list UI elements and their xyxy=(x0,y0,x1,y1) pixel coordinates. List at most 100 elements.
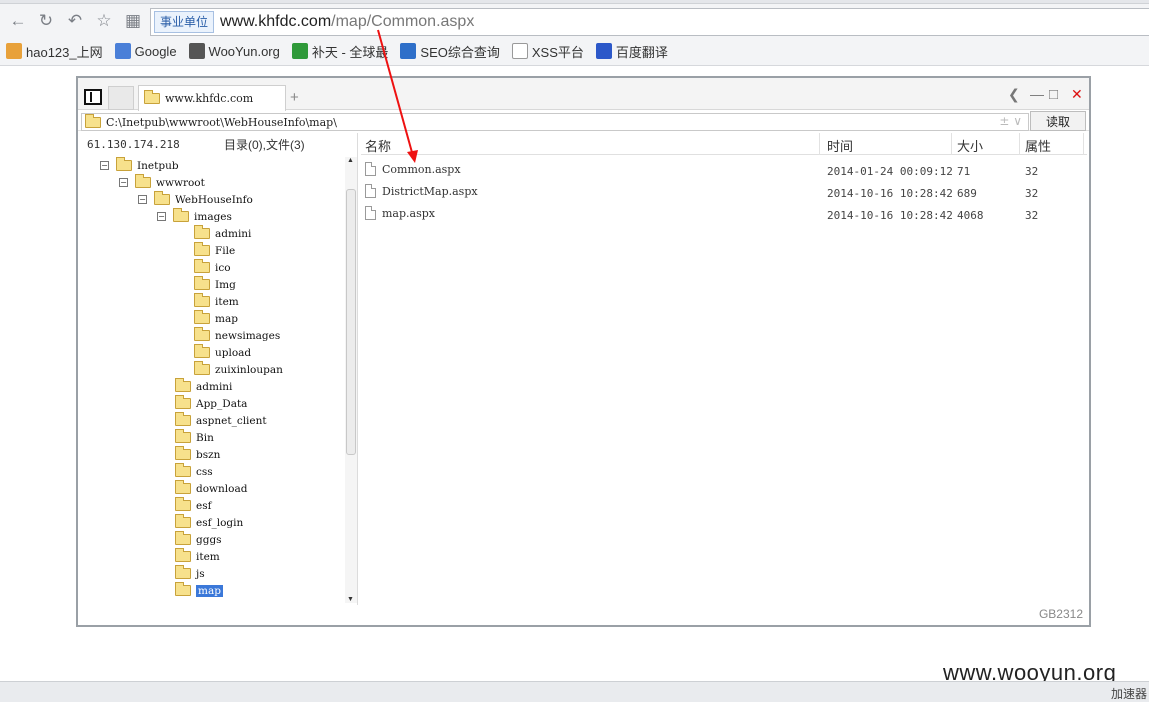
tree-node[interactable]: admini xyxy=(194,225,251,242)
folder-icon xyxy=(175,497,191,511)
file-attr: 32 xyxy=(1025,187,1039,200)
tree-node[interactable]: − images xyxy=(157,208,232,225)
bookmark-item[interactable]: 百度翻译 xyxy=(595,42,668,61)
tree-node[interactable]: App_Data xyxy=(175,395,247,412)
tree-node[interactable]: newsimages xyxy=(194,327,280,344)
file-time: 2014-10-16 10:28:42 xyxy=(827,187,953,200)
tree-node-label: images xyxy=(194,210,232,223)
file-name: DistrictMap.aspx xyxy=(382,184,478,198)
folder-icon xyxy=(175,395,191,409)
tree-node[interactable]: Img xyxy=(194,276,236,293)
collapse-toggle-icon[interactable]: − xyxy=(138,195,147,204)
dir-file-count: 目录(0),文件(3) xyxy=(224,137,305,152)
new-tab-plus-icon[interactable]: + xyxy=(290,89,299,106)
minimize-icon[interactable]: — xyxy=(1030,86,1044,102)
favorite-star-icon[interactable]: ☆ xyxy=(93,10,115,32)
tree-node[interactable]: item xyxy=(194,293,239,310)
tree-node[interactable]: admini xyxy=(175,378,232,395)
collapse-toggle-icon[interactable]: − xyxy=(100,161,109,170)
grid-icon[interactable]: ▦ xyxy=(122,10,144,32)
bookmark-label: 百度翻译 xyxy=(615,44,668,60)
tree-header: 61.130.174.218 目录(0),文件(3) xyxy=(78,133,357,155)
encoding-label[interactable]: GB2312 xyxy=(1039,607,1083,621)
read-button[interactable]: 读取 xyxy=(1030,111,1086,131)
tree-node[interactable]: map xyxy=(175,582,223,599)
folder-icon xyxy=(175,531,191,545)
file-attr: 32 xyxy=(1025,165,1039,178)
tree-node[interactable]: zuixinloupan xyxy=(194,361,283,378)
undo-icon[interactable]: ↶ xyxy=(64,10,86,32)
file-row[interactable]: Common.aspx 2014-01-24 00:09:12 71 32 xyxy=(361,158,1087,180)
scroll-down-icon[interactable]: ▼ xyxy=(347,596,354,603)
tab-site[interactable]: www.khfdc.com xyxy=(138,85,286,111)
scroll-up-icon[interactable]: ▲ xyxy=(347,157,354,164)
tree-node[interactable]: − wwwroot xyxy=(119,174,205,191)
refresh-icon[interactable]: ↻ xyxy=(35,10,57,32)
tab-site-label: www.khfdc.com xyxy=(165,92,254,105)
folder-icon xyxy=(175,480,191,494)
wooyun-icon xyxy=(188,43,205,59)
col-divider xyxy=(951,133,952,155)
back-icon[interactable]: ← xyxy=(7,10,29,32)
col-attr[interactable]: 属性 xyxy=(1025,136,1051,155)
maximize-icon[interactable]: □ xyxy=(1049,86,1058,103)
col-time[interactable]: 时间 xyxy=(827,136,853,155)
file-icon xyxy=(365,184,376,198)
tree-node[interactable]: map xyxy=(194,310,238,327)
tree-node-label: admini xyxy=(196,380,233,393)
url-text[interactable]: www.khfdc.com/map/Common.aspx xyxy=(220,13,474,31)
bookmark-item[interactable]: WooYun.org xyxy=(188,43,280,59)
tree-node[interactable]: File xyxy=(194,242,235,259)
col-name[interactable]: 名称 xyxy=(365,136,391,155)
tree-scrollbar[interactable]: ▲ ▼ xyxy=(345,157,357,603)
folder-icon xyxy=(194,242,210,256)
tree-node[interactable]: gggs xyxy=(175,531,222,548)
tree-node[interactable]: ico xyxy=(194,259,231,276)
tree-node[interactable]: item xyxy=(175,548,220,565)
directory-tree-pane: 61.130.174.218 目录(0),文件(3) − Inetpub − wwwr… xyxy=(78,133,358,605)
tree-node[interactable]: Bin xyxy=(175,429,214,446)
bookmark-item[interactable]: XSS平台 xyxy=(511,42,584,61)
collapse-toggle-icon[interactable]: − xyxy=(119,178,128,187)
path-dropdown-icon[interactable]: ± ∨ xyxy=(999,114,1022,128)
bookmark-item[interactable]: Google xyxy=(114,43,177,59)
address-bar[interactable]: 事业单位 www.khfdc.com/map/Common.aspx xyxy=(150,8,1149,36)
col-size[interactable]: 大小 xyxy=(957,136,983,155)
tree-node[interactable]: − WebHouseInfo xyxy=(138,191,253,208)
file-row[interactable]: map.aspx 2014-10-16 10:28:42 4068 32 xyxy=(361,202,1087,224)
tree-node[interactable]: bszn xyxy=(175,446,220,463)
file-name-cell: DistrictMap.aspx xyxy=(365,184,478,198)
scroll-thumb[interactable] xyxy=(346,189,356,455)
file-icon xyxy=(365,206,376,220)
tree-node[interactable]: esf_login xyxy=(175,514,243,531)
folder-icon xyxy=(175,565,191,579)
tree-node[interactable]: upload xyxy=(194,344,251,361)
tree-node[interactable]: download xyxy=(175,480,247,497)
accelerator-label[interactable]: 加速器 xyxy=(1111,685,1147,702)
tree-node[interactable]: aspnet_client xyxy=(175,412,267,429)
bookmark-item[interactable]: SEO综合查询 xyxy=(400,42,500,61)
file-row[interactable]: DistrictMap.aspx 2014-10-16 10:28:42 689 32 xyxy=(361,180,1087,202)
tree-node-label: ico xyxy=(215,261,231,274)
tree-node-label: WebHouseInfo xyxy=(175,193,253,206)
tree-node[interactable]: esf xyxy=(175,497,212,514)
layout-toggle-icon[interactable] xyxy=(84,89,102,105)
collapse-toggle-icon[interactable]: − xyxy=(157,212,166,221)
bookmark-item[interactable]: hao123_上网 xyxy=(6,42,103,61)
bookmarks-bar: hao123_上网 Google WooYun.org 补天 - 全球最 SEO综合查询… xyxy=(0,40,680,62)
tree-node[interactable]: js xyxy=(175,565,205,582)
blank-tab-icon[interactable] xyxy=(108,86,134,110)
path-input[interactable]: C:\Inetpub\wwwroot\WebHouseInfo\map\ ± ∨ xyxy=(81,113,1029,131)
bookmark-item[interactable]: 补天 - 全球最 xyxy=(291,42,388,61)
close-icon[interactable]: ✕ xyxy=(1071,86,1083,103)
tree-node[interactable]: css xyxy=(175,463,213,480)
folder-icon xyxy=(173,208,189,222)
file-attr: 32 xyxy=(1025,209,1039,222)
file-size: 4068 xyxy=(957,209,984,222)
tree-node[interactable]: − Inetpub xyxy=(100,157,179,174)
server-ip: 61.130.174.218 xyxy=(87,137,180,151)
folder-icon xyxy=(154,191,170,205)
chevron-left-icon[interactable]: ❮ xyxy=(1008,86,1020,103)
page-icon xyxy=(511,43,528,59)
site-type-badge: 事业单位 xyxy=(154,11,215,33)
